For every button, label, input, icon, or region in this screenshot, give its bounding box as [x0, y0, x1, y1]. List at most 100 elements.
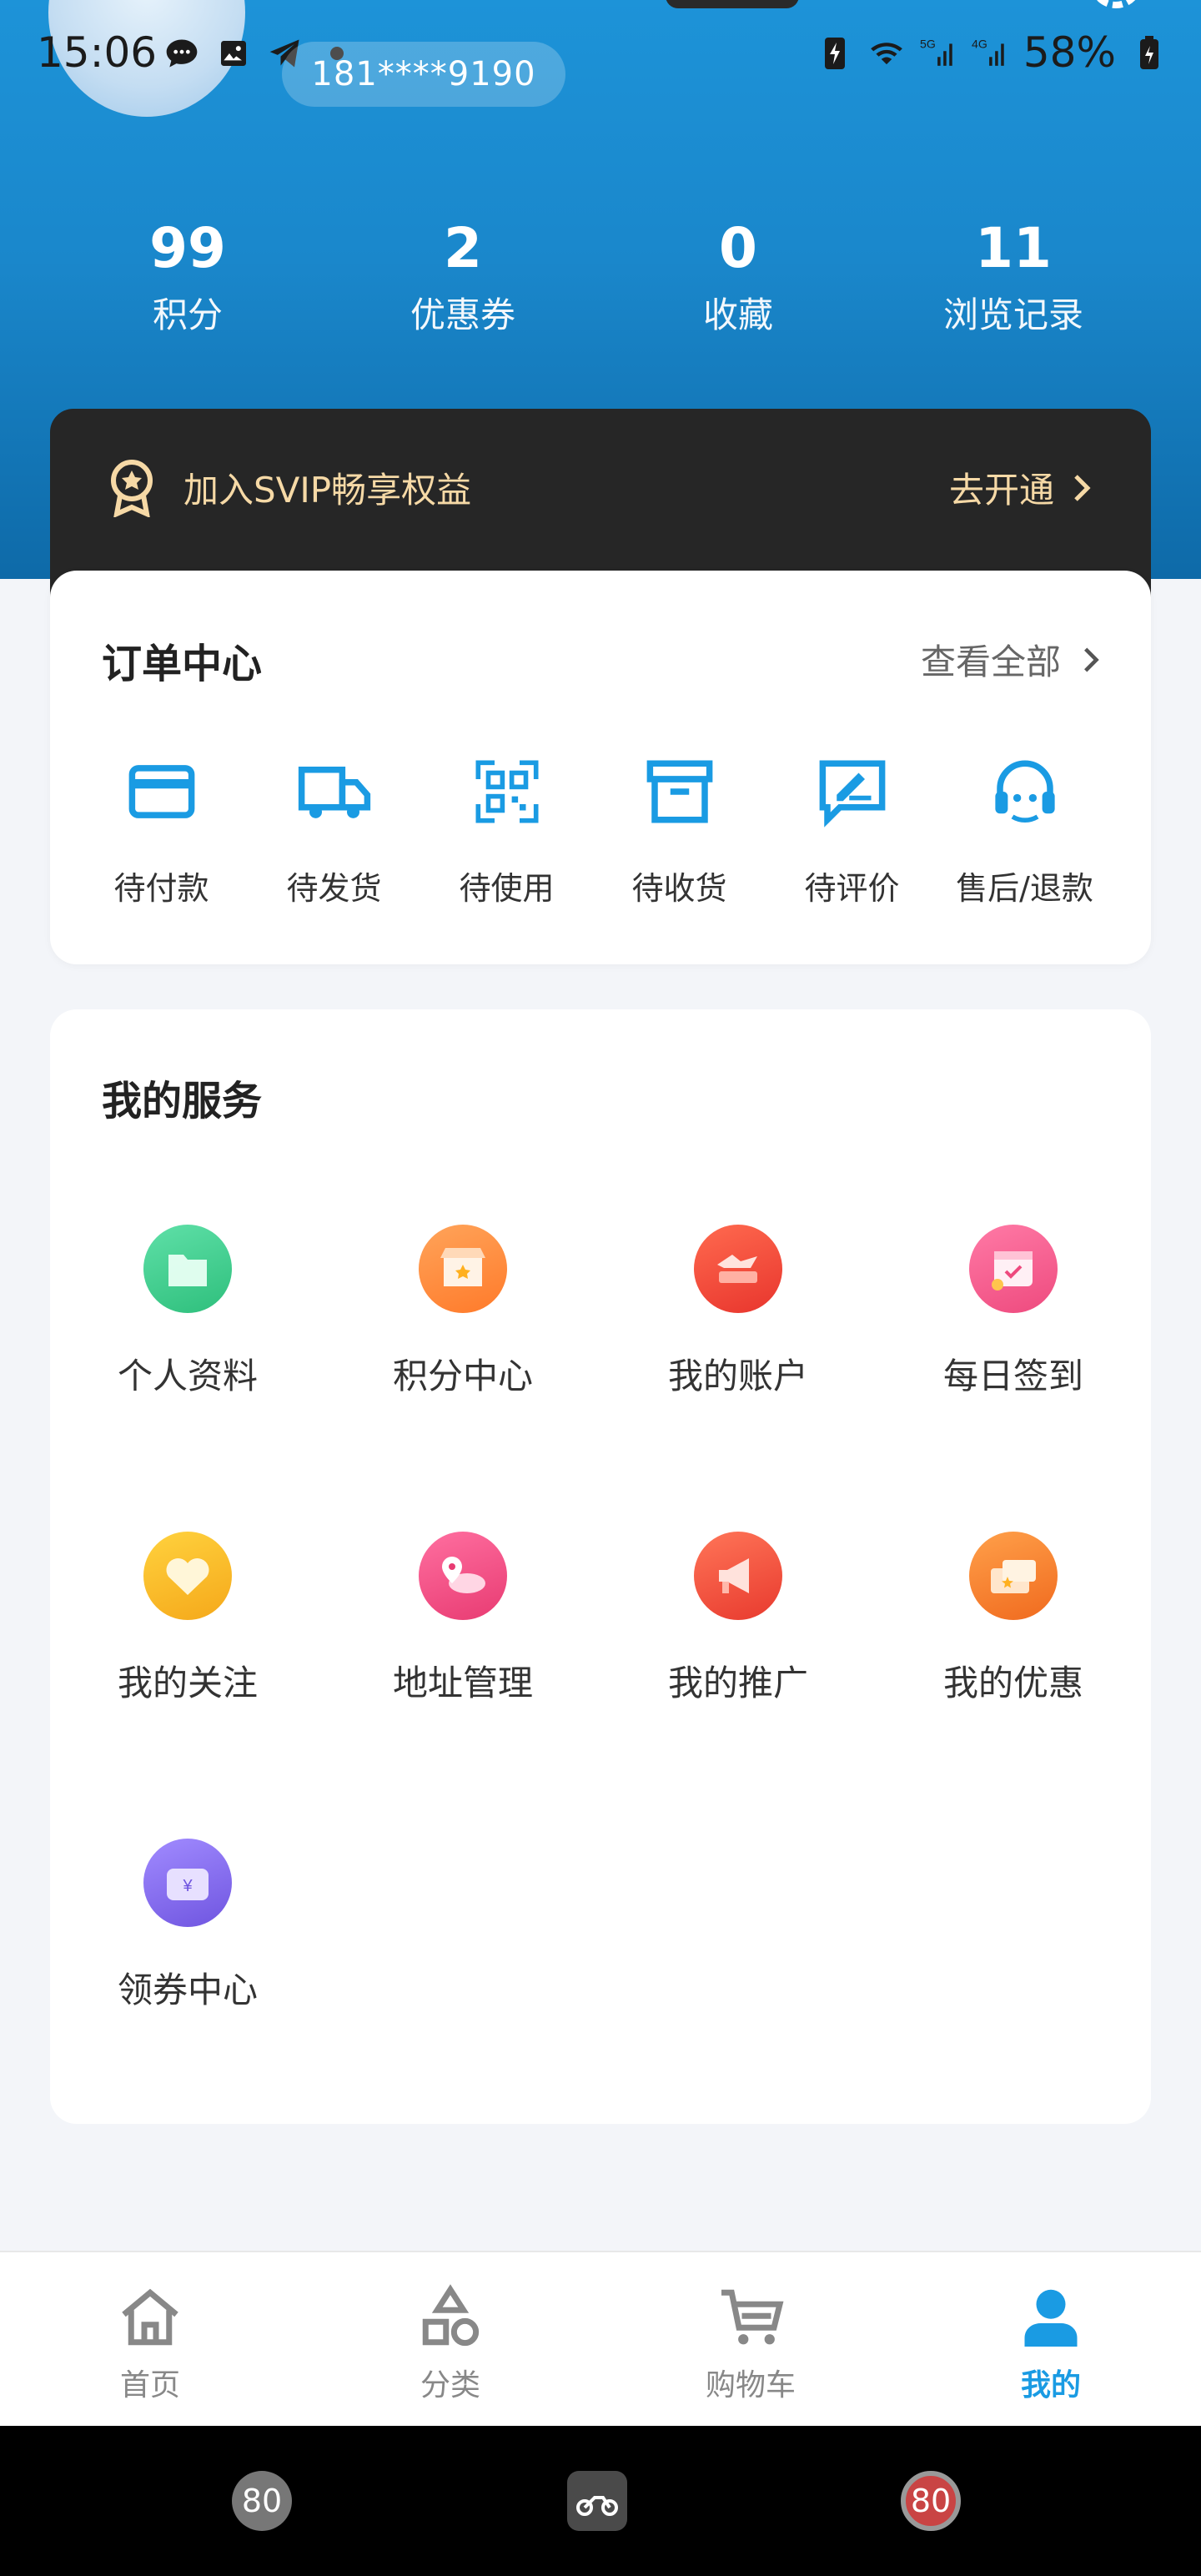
folder-icon [143, 1225, 232, 1313]
services-row: ¥ 领券中心 [50, 1839, 1151, 2146]
order-center-card: 订单中心 查看全部 待付款 待发货 待使用 待收货 待评价 售后/退款 [50, 571, 1151, 964]
service-label: 我的账户 [667, 1356, 808, 1396]
service-label: 我的推广 [667, 1663, 808, 1703]
order-status-row: 待付款 待发货 待使用 待收货 待评价 售后/退款 [50, 754, 1151, 908]
services-grid: 个人资料 积分中心 我的账户 每日签到 我的关注 地址管理 我的推广 我的优惠 … [50, 1225, 1151, 2146]
order-label: 待付款 [113, 870, 209, 907]
service-following[interactable]: 我的关注 [50, 1532, 325, 1839]
stat-value: 2 [444, 216, 482, 280]
medal-icon [105, 459, 158, 519]
stat-history[interactable]: 11 浏览记录 [876, 213, 1151, 346]
stat-label: 积分 [152, 294, 223, 335]
truck-icon [298, 767, 370, 818]
system-navigation-bar: 80 80 [0, 2426, 1201, 2576]
stat-label: 收藏 [702, 294, 773, 335]
phone-number[interactable]: 181****9190 [282, 42, 565, 107]
tab-mine[interactable]: 我的 [901, 2252, 1201, 2426]
service-profile[interactable]: 个人资料 [50, 1225, 325, 1532]
calendar-icon [969, 1225, 1058, 1313]
stat-label: 优惠券 [410, 294, 515, 335]
wallet-icon: ¥ [143, 1839, 232, 1927]
order-pending-receipt[interactable]: 待收货 [593, 754, 766, 908]
settings-gear-icon[interactable] [1083, 0, 1149, 25]
user-icon [1024, 2289, 1078, 2347]
comment-edit-icon [819, 760, 885, 828]
stat-favorites[interactable]: 0 收藏 [600, 213, 876, 346]
stat-value: 11 [975, 216, 1052, 280]
qr-code-icon [475, 760, 538, 823]
service-label: 个人资料 [117, 1356, 258, 1396]
service-promotion[interactable]: 我的推广 [600, 1532, 876, 1839]
signal-5g-icon: 5G [920, 34, 957, 71]
order-label: 待评价 [804, 870, 900, 907]
svip-action-label: 去开通 [948, 470, 1054, 511]
nav-speed-limit-button[interactable]: 80 [901, 2471, 961, 2531]
service-my-discounts[interactable]: 我的优惠 [876, 1532, 1151, 1839]
svg-text:5G: 5G [920, 38, 936, 51]
stat-coupons[interactable]: 2 优惠券 [325, 213, 600, 346]
service-address[interactable]: 地址管理 [325, 1532, 600, 1839]
tab-label: 首页 [119, 2368, 180, 2402]
status-bar: 15:06 5G 4G 58% [0, 25, 1201, 83]
order-pending-review[interactable]: 待评价 [766, 754, 938, 908]
tab-cart[interactable]: 购物车 [600, 2252, 901, 2426]
order-pending-shipment[interactable]: 待发货 [248, 754, 420, 908]
order-after-sales[interactable]: 售后/退款 [938, 754, 1111, 908]
store-icon [419, 1225, 507, 1313]
view-all-orders-link[interactable]: 查看全部 [921, 634, 1101, 685]
order-label: 待使用 [459, 870, 555, 907]
order-pending-payment[interactable]: 待付款 [75, 754, 248, 908]
service-points-center[interactable]: 积分中心 [325, 1225, 600, 1532]
speed-label: 80 [241, 2483, 283, 2519]
service-label: 我的优惠 [942, 1663, 1083, 1703]
stat-label: 浏览记录 [942, 294, 1083, 335]
view-all-label: 查看全部 [920, 641, 1061, 682]
chevron-right-icon [1084, 647, 1099, 672]
chevron-right-icon [1074, 474, 1091, 501]
status-system-icons: 5G 4G 58% [817, 28, 1168, 77]
order-pending-use[interactable]: 待使用 [420, 754, 593, 908]
card-icon [128, 765, 194, 818]
svip-text: 加入SVIP畅享权益 [183, 470, 472, 511]
message-icon [163, 35, 200, 72]
service-coupon-center[interactable]: ¥ 领券中心 [50, 1839, 325, 2146]
order-label: 售后/退款 [956, 870, 1093, 907]
my-services-title: 我的服务 [102, 1078, 263, 1124]
signal-4g-icon: 4G [972, 34, 1008, 71]
bottom-tab-bar: 首页 分类 购物车 我的 [0, 2251, 1201, 2426]
service-daily-checkin[interactable]: 每日签到 [876, 1225, 1151, 1532]
box-icon [646, 760, 712, 823]
heart-icon [143, 1532, 232, 1620]
service-label: 积分中心 [392, 1356, 533, 1396]
speed-label: 80 [910, 2483, 952, 2519]
status-time: 15:06 [37, 28, 158, 77]
stats-row: 99 积分 2 优惠券 0 收藏 11 浏览记录 [0, 213, 1201, 346]
megaphone-icon [694, 1532, 782, 1620]
tab-category[interactable]: 分类 [300, 2252, 600, 2426]
battery-saver-icon [817, 34, 853, 71]
services-row: 我的关注 地址管理 我的推广 我的优惠 [50, 1532, 1151, 1839]
order-center-title: 订单中心 [102, 641, 263, 687]
nav-speed-off-button[interactable]: 80 [232, 2471, 292, 2531]
order-label: 待收货 [631, 870, 727, 907]
stat-points[interactable]: 99 积分 [50, 213, 325, 346]
category-icon [422, 2284, 480, 2347]
service-account[interactable]: 我的账户 [600, 1225, 876, 1532]
svg-text:4G: 4G [972, 38, 987, 51]
svip-open-button[interactable]: 去开通 [949, 462, 1093, 513]
tab-home[interactable]: 首页 [0, 2252, 300, 2426]
nav-motorcycle-button[interactable] [567, 2471, 627, 2531]
svg-text:¥: ¥ [182, 1877, 193, 1895]
tab-label: 我的 [1020, 2368, 1081, 2402]
motorcycle-icon [567, 2471, 627, 2531]
service-label: 我的关注 [117, 1663, 258, 1703]
cart-icon [721, 2289, 784, 2345]
stat-value: 99 [149, 216, 226, 280]
service-label: 领券中心 [117, 1970, 258, 2010]
account-icon [694, 1225, 782, 1313]
gallery-icon [215, 35, 252, 72]
services-row: 个人资料 积分中心 我的账户 每日签到 [50, 1225, 1151, 1532]
location-icon [419, 1532, 507, 1620]
service-label: 地址管理 [392, 1663, 533, 1703]
battery-percent: 58% [1023, 28, 1116, 77]
